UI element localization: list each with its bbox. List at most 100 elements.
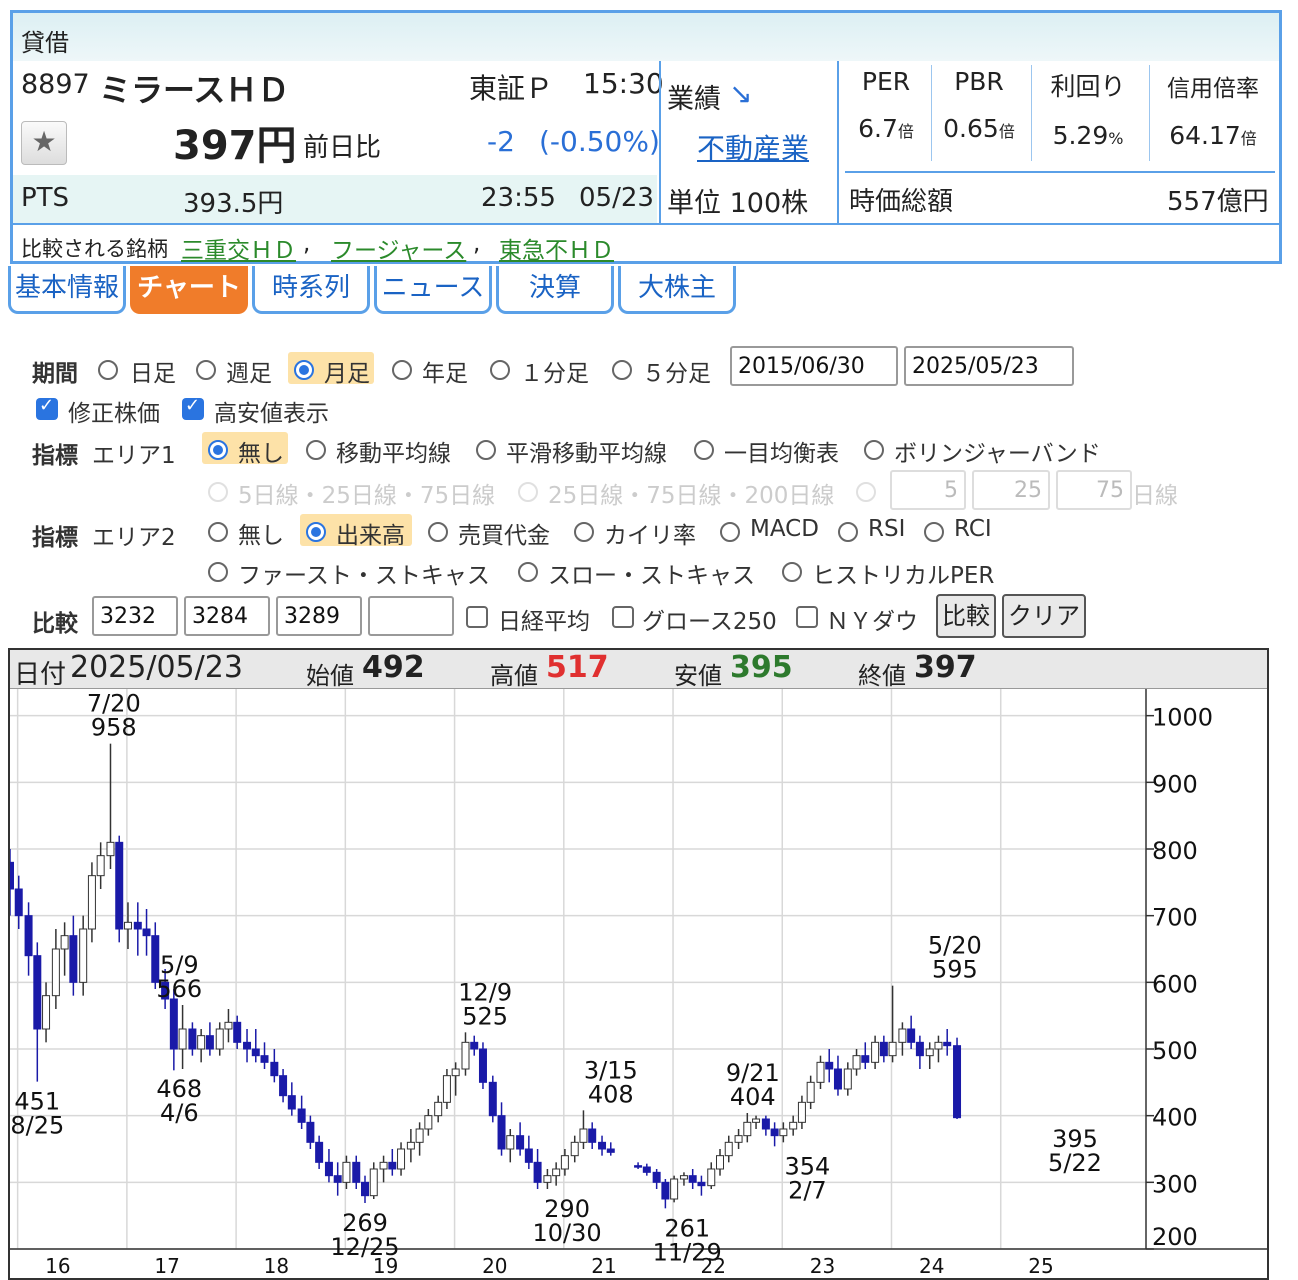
- favorite-star-icon[interactable]: ★: [21, 121, 67, 165]
- candle-body: [197, 1035, 206, 1050]
- candle-body: [60, 935, 69, 950]
- adjusted-price-checkbox[interactable]: [36, 395, 58, 420]
- radio-slow-stoch[interactable]: [518, 562, 538, 582]
- radio-area2-none[interactable]: [208, 522, 228, 542]
- compare-sep: ,: [473, 231, 481, 257]
- compare-code-4[interactable]: [368, 596, 454, 636]
- radio-monthly[interactable]: [294, 360, 314, 380]
- sector-link[interactable]: 不動産業: [697, 127, 809, 167]
- x-tick-label: 25: [1028, 1254, 1053, 1278]
- tab-earnings[interactable]: 決算: [496, 266, 614, 314]
- period-1min: １分足: [520, 361, 589, 387]
- candle-body: [279, 1075, 288, 1097]
- candle-body: [142, 928, 151, 937]
- radio-hist-per[interactable]: [782, 562, 802, 582]
- chart-date-label: 日付: [14, 660, 67, 690]
- tab-news[interactable]: ニュース: [374, 266, 492, 314]
- candle-body: [724, 1141, 733, 1157]
- compare-link-2[interactable]: フージャース: [331, 231, 466, 265]
- compare-code-2[interactable]: 3284: [184, 596, 270, 636]
- clear-button[interactable]: クリア: [1002, 594, 1086, 638]
- date-from-input[interactable]: 2015/06/30: [730, 346, 898, 386]
- radio-ichimoku[interactable]: [694, 440, 714, 460]
- period-label: 期間: [32, 361, 78, 387]
- market-cap-label: 時価総額: [849, 187, 954, 217]
- radio-yearly[interactable]: [392, 360, 412, 380]
- radio-bollinger[interactable]: [864, 440, 884, 460]
- compare-link-1[interactable]: 三重交ＨＤ: [181, 231, 296, 265]
- open-label: 始値: [306, 662, 354, 690]
- candle-body: [397, 1148, 406, 1170]
- candle-body: [734, 1135, 743, 1143]
- high-value: 517: [546, 650, 609, 685]
- tab-shareholders[interactable]: 大株主: [618, 266, 736, 314]
- ma-custom-1[interactable]: 5: [890, 470, 966, 510]
- candle-body: [224, 1021, 233, 1030]
- candle-body: [915, 1041, 924, 1057]
- quote-box: 貸借 8897 ミラースＨＤ 東証Ｐ 15:30 ★ 397円 前日比 -2 (…: [10, 10, 1282, 264]
- ma-custom-2[interactable]: 25: [972, 470, 1050, 510]
- highlow-checkbox[interactable]: [182, 395, 204, 420]
- candle-body: [287, 1095, 296, 1110]
- radio-weekly[interactable]: [196, 360, 216, 380]
- compare-code-1[interactable]: 3232: [92, 596, 178, 636]
- radio-ma-short[interactable]: [208, 482, 228, 502]
- radio-5min[interactable]: [612, 360, 632, 380]
- radio-1min[interactable]: [490, 360, 510, 380]
- candle-body: [570, 1141, 579, 1157]
- candle-body: [69, 935, 78, 983]
- candle-body: [943, 1041, 952, 1047]
- nikkei-checkbox[interactable]: [466, 606, 488, 628]
- radio-ma-long[interactable]: [518, 482, 538, 502]
- candle-body: [552, 1168, 561, 1177]
- radio-fast-stoch[interactable]: [208, 562, 228, 582]
- tab-chart[interactable]: チャート: [130, 266, 248, 314]
- divider: [13, 223, 1279, 225]
- candle-body: [297, 1108, 306, 1123]
- annotation-value: 566: [156, 975, 202, 1003]
- compare-sep: ,: [303, 231, 311, 257]
- compare-code-3[interactable]: 3289: [276, 596, 362, 636]
- radio-turnover[interactable]: [428, 522, 448, 542]
- candle-body: [697, 1181, 706, 1187]
- candle-body: [205, 1035, 214, 1050]
- candle-body: [907, 1028, 916, 1043]
- radio-ma-custom[interactable]: [856, 482, 876, 502]
- radio-rci[interactable]: [924, 522, 944, 542]
- annotation-value: 468: [156, 1075, 202, 1103]
- tab-basic-info[interactable]: 基本情報: [8, 266, 126, 314]
- radio-volume[interactable]: [306, 522, 326, 542]
- candle-body: [670, 1178, 679, 1200]
- radio-macd[interactable]: [720, 522, 740, 542]
- candle-body: [361, 1181, 369, 1197]
- annotation-value: 595: [932, 956, 978, 984]
- radio-ma[interactable]: [306, 440, 326, 460]
- annotation-value: 261: [664, 1214, 710, 1242]
- quote-time: 15:30: [583, 67, 664, 100]
- nydow-checkbox[interactable]: [796, 606, 818, 628]
- area2-rsi: RSI: [868, 516, 906, 542]
- candle-body: [779, 1128, 788, 1137]
- radio-area1-none[interactable]: [208, 440, 228, 460]
- annotation-value: 958: [91, 714, 137, 742]
- ma-short: 5日線・25日線・75日線: [238, 483, 496, 509]
- compare-link-3[interactable]: 東急不ＨＤ: [499, 231, 614, 265]
- candle-body: [333, 1175, 342, 1183]
- area1-ma: 移動平均線: [336, 441, 451, 467]
- candle-body: [879, 1041, 888, 1057]
- compare-button[interactable]: 比較: [936, 594, 996, 638]
- indicator-label: 指標: [32, 525, 78, 551]
- high-label: 高値: [490, 662, 538, 690]
- growth250-checkbox[interactable]: [612, 606, 634, 628]
- candle-body: [606, 1148, 615, 1153]
- annotation-value: 451: [14, 1088, 60, 1116]
- open-value: 492: [362, 650, 425, 685]
- tab-timeseries[interactable]: 時系列: [252, 266, 370, 314]
- ma-custom-3[interactable]: 75: [1056, 470, 1132, 510]
- radio-ema[interactable]: [476, 440, 496, 460]
- radio-daily[interactable]: [98, 360, 118, 380]
- radio-deviation[interactable]: [574, 522, 594, 542]
- date-to-input[interactable]: 2025/05/23: [904, 346, 1074, 386]
- chart-info-bar: 日付 2025/05/23 始値 492 高値 517 安値 395 終値 39…: [10, 650, 1267, 690]
- radio-rsi[interactable]: [838, 522, 858, 542]
